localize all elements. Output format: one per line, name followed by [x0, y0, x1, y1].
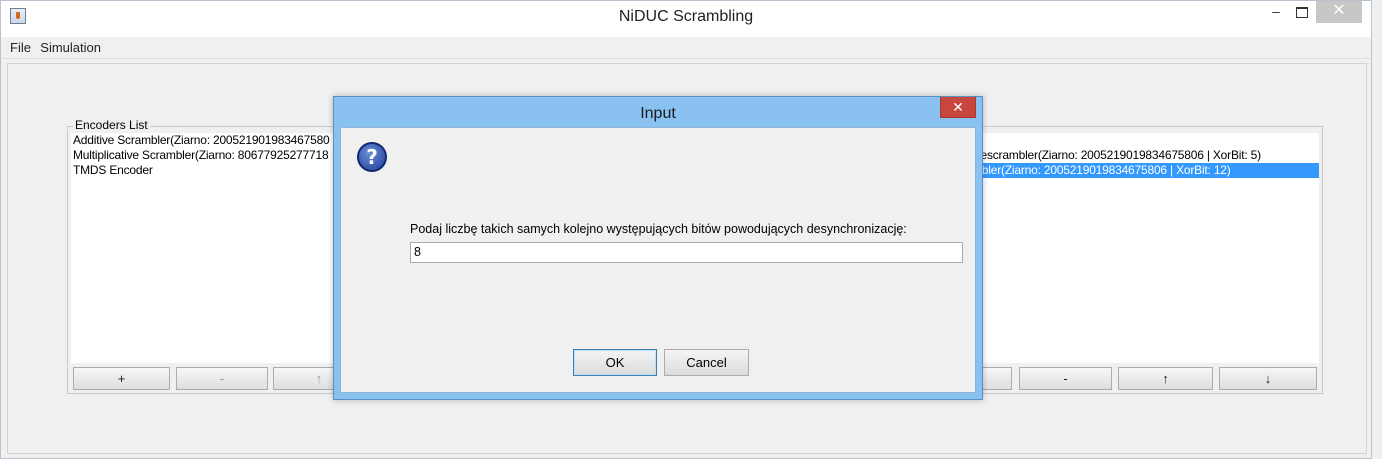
encoders-list-title: Encoders List — [73, 118, 150, 132]
left-button-row: + - ↑ — [71, 367, 365, 391]
close-button[interactable]: ✕ — [1316, 1, 1362, 23]
list-item[interactable]: TMDS Encoder — [71, 163, 363, 178]
add-right-button[interactable] — [979, 367, 1012, 390]
list-item[interactable]: Descrambler(Ziarno: 2005219019834675806 … — [982, 148, 1319, 163]
add-encoder-button[interactable]: + — [73, 367, 170, 390]
question-icon: ? — [357, 142, 387, 172]
list-item[interactable]: Multiplicative Scrambler(Ziarno: 8067792… — [71, 148, 363, 163]
move-up-right-button[interactable]: ↑ — [1118, 367, 1213, 390]
minimize-button[interactable]: – — [1263, 1, 1289, 23]
window-title: NiDUC Scrambling — [618, 8, 754, 25]
input-dialog: Input ✕ ? Podaj liczbę takich samych kol… — [333, 96, 983, 400]
menu-bar: File Simulation — [1, 37, 1371, 59]
encoders-list[interactable]: Additive Scrambler(Ziarno: 2005219019834… — [71, 133, 363, 363]
list-item[interactable]: Additive Scrambler(Ziarno: 2005219019834… — [71, 133, 363, 148]
cancel-button[interactable]: Cancel — [664, 349, 749, 376]
selected-encoders-list[interactable]: Descrambler(Ziarno: 2005219019834675806 … — [982, 133, 1319, 363]
menu-simulation[interactable]: Simulation — [40, 37, 101, 55]
menu-file[interactable]: File — [10, 37, 31, 55]
title-bar: NiDUC Scrambling – ✕ — [1, 1, 1371, 37]
dialog-body: ? Podaj liczbę takich samych kolejno wys… — [340, 127, 976, 393]
list-item[interactable] — [982, 133, 1319, 148]
encoders-list-panel: Encoders List Additive Scrambler(Ziarno:… — [67, 118, 367, 394]
remove-right-button[interactable]: - — [1019, 367, 1112, 390]
dialog-title: Input — [640, 105, 676, 122]
desync-bits-input[interactable]: 8 — [410, 242, 963, 263]
remove-encoder-button[interactable]: - — [176, 367, 268, 390]
right-button-row: - ↑ ↓ — [979, 367, 1319, 391]
list-item-selected[interactable]: mbler(Ziarno: 2005219019834675806 | XorB… — [982, 163, 1319, 178]
move-down-right-button[interactable]: ↓ — [1219, 367, 1317, 390]
ok-button[interactable]: OK — [573, 349, 657, 376]
selected-encoders-panel: Descrambler(Ziarno: 2005219019834675806 … — [978, 126, 1323, 394]
dialog-prompt: Podaj liczbę takich samych kolejno wystę… — [410, 222, 907, 236]
maximize-button[interactable] — [1289, 1, 1315, 23]
dialog-close-button[interactable]: ✕ — [940, 97, 976, 118]
